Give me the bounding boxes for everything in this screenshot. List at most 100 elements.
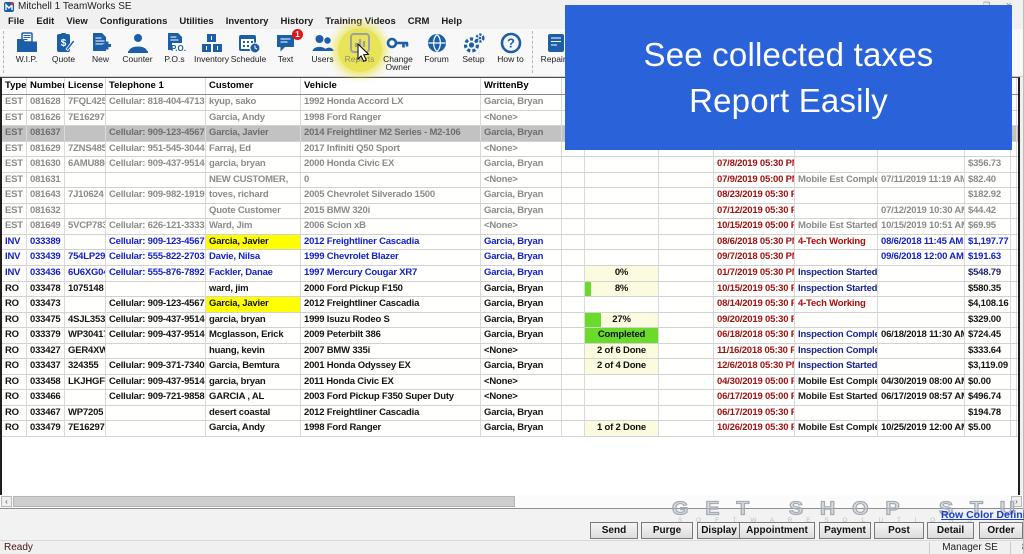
column-header-telephone-1[interactable]: Telephone 1 [106, 78, 206, 94]
grid-row-033379[interactable]: RO033379WP30417Cellular: 909-437-9514Mcg… [2, 328, 1018, 344]
grid-row-081630[interactable]: EST0816306AMU886Cellular: 909-437-9514ga… [2, 157, 1018, 173]
cell-promised: 12/6/2018 05:30 PM [714, 359, 795, 374]
toolbar-how-to[interactable]: ?How to [492, 29, 529, 63]
grid-row-033478[interactable]: RO0334781075148ward, jim2000 Ford Pickup… [2, 282, 1018, 298]
cell-promised: 10/15/2019 05:00 PM [714, 219, 795, 234]
column-header-vehicle[interactable]: Vehicle [301, 78, 481, 94]
status-app: Manager SE [930, 542, 1010, 553]
menu-crm[interactable]: CRM [408, 16, 430, 27]
users-icon [311, 32, 335, 54]
cell-promised: 08/14/2019 05:30 PM [714, 297, 795, 312]
grid-row-033389[interactable]: INV033389Cellular: 909-123-4567Garcia, J… [2, 235, 1018, 251]
cell-vehicle: 2017 Infiniti Q50 Sport [301, 142, 481, 157]
menu-view[interactable]: View [66, 16, 87, 27]
schedule-icon [237, 32, 261, 54]
menu-history[interactable]: History [280, 16, 313, 27]
menu-configurations[interactable]: Configurations [100, 16, 168, 27]
button-purge-ests[interactable]: Purge Ests [641, 522, 693, 539]
grid-row-033437[interactable]: RO033437324355Cellular: 909-371-7340Garc… [2, 359, 1018, 375]
cell-written_by: <None> [481, 173, 562, 188]
cell-status [795, 313, 878, 328]
cell-col_c [1011, 157, 1017, 172]
toolbar-forum[interactable]: Forum [418, 29, 455, 63]
toolbar-counter[interactable]: Counter [119, 29, 156, 63]
button-detail[interactable]: Detail [927, 522, 974, 539]
svg-text:?: ? [507, 36, 515, 51]
column-header-writtenby[interactable]: WrittenBy [481, 78, 562, 94]
toolbar-label: New [82, 55, 119, 63]
cell-phone: Cellular: 909-982-1919 [106, 188, 206, 203]
scrollbar-thumb[interactable] [13, 496, 515, 507]
toolbar-quote[interactable]: $Quote [45, 29, 82, 63]
column-header-type[interactable]: Type [2, 78, 27, 94]
column-header-license[interactable]: License [65, 78, 106, 94]
scroll-left-arrow-icon[interactable]: ‹ [1, 496, 12, 507]
column-header-number[interactable]: Number [27, 78, 65, 94]
grid-row-033479[interactable]: RO0334797E16297Garcia, Andy1998 Ford Ran… [2, 421, 1018, 437]
toolbar-schedule[interactable]: Schedule [230, 29, 267, 63]
column-header-customer[interactable]: Customer [206, 78, 301, 94]
toolbar-p-o-s[interactable]: P.O.P.O.s [156, 29, 193, 63]
grid-row-033466[interactable]: RO033466Cellular: 909-721-9858GARCIA , A… [2, 390, 1018, 406]
toolbar-text[interactable]: 1Text [267, 29, 304, 63]
cell-number: 033379 [27, 328, 65, 343]
grid-row-033427[interactable]: RO033427GER4XWMhuang, kevin2007 BMW 335i… [2, 344, 1018, 360]
button-post[interactable]: Post [874, 522, 924, 539]
cell-customer: desert coastal [206, 406, 301, 421]
toolbar-change-owner[interactable]: Change Owner [378, 29, 418, 71]
scroll-right-arrow-icon[interactable]: › [1011, 496, 1022, 507]
cell-vehicle: 2012 Freightliner Cascadia [301, 297, 481, 312]
horizontal-scrollbar[interactable]: ‹ › [0, 495, 1024, 509]
menu-training-videos[interactable]: Training Videos [325, 16, 396, 27]
menu-file[interactable]: File [8, 16, 24, 27]
progress-label: 2 of 4 Done [597, 360, 646, 371]
menu-help[interactable]: Help [441, 16, 462, 27]
button-send-text[interactable]: Send Text [590, 522, 638, 539]
menu-utilities[interactable]: Utilities [179, 16, 213, 27]
cell-written_by: Garcia, Bryan [481, 359, 562, 374]
cell-type: RO [2, 313, 27, 328]
button-appointment[interactable]: Appointment [739, 522, 815, 539]
grid-row-033475[interactable]: RO0334754SJL353Cellular: 909-437-9514gar… [2, 313, 1018, 329]
menu-inventory[interactable]: Inventory [226, 16, 269, 27]
cell-customer: Garcia, Javier [206, 126, 301, 141]
grid-row-033467[interactable]: RO033467WP7205desert coastal2012 Freight… [2, 406, 1018, 422]
row-color-definitions-link[interactable]: Row Color Definitions [941, 509, 1024, 521]
cell-promised: 04/30/2019 05:00 PM [714, 375, 795, 390]
toolbar-reports[interactable]: Reports [341, 29, 378, 63]
grid-row-081631[interactable]: EST081631NEW CUSTOMER,0<None>07/9/2019 0… [2, 173, 1018, 189]
toolbar-users[interactable]: Users [304, 29, 341, 63]
toolbar-label: Forum [418, 55, 455, 63]
progress-bar [585, 313, 601, 328]
cell-number: 081629 [27, 142, 65, 157]
cell-written_by: <None> [481, 111, 562, 126]
toolbar-setup[interactable]: Setup [455, 29, 492, 63]
toolbar-inventory[interactable]: Inventory [193, 29, 230, 63]
toolbar-new[interactable]: New [82, 29, 119, 63]
grid-row-033439[interactable]: INV033439754LP29Cellular: 555-822-2703Da… [2, 250, 1018, 266]
cell-amount: $548.79 [965, 266, 1011, 281]
cell-license [65, 126, 106, 141]
grid-row-033458[interactable]: RO033458LKJHGFCellular: 909-437-9514garc… [2, 375, 1018, 391]
grid-row-081632[interactable]: EST081632Quote Customer2015 BMW 320iGarc… [2, 204, 1018, 220]
cell-promised: 10/15/2019 05:30 PM [714, 282, 795, 297]
svg-text:$: $ [60, 38, 66, 49]
button-payment[interactable]: Payment [819, 522, 871, 539]
menu-edit[interactable]: Edit [36, 16, 54, 27]
progress-label: Completed [598, 329, 645, 340]
cell-amount: $329.00 [965, 313, 1011, 328]
cell-col_b [659, 173, 714, 188]
button-display[interactable]: Display [697, 522, 741, 539]
button-order[interactable]: Order [979, 522, 1023, 539]
cell-written_by: Garcia, Bryan [481, 250, 562, 265]
cell-number: 033478 [27, 282, 65, 297]
grid-row-033436[interactable]: INV0334366U6XG04Cellular: 555-876-7892Fa… [2, 266, 1018, 282]
cell-promised: 11/16/2018 05:30 PM [714, 344, 795, 359]
cell-vehicle: 2006 Scion xB [301, 219, 481, 234]
cell-appt: 04/30/2019 08:00 AM ... [878, 375, 965, 390]
grid-row-081649[interactable]: EST0816495VCP783Cellular: 626-121-3333Wa… [2, 219, 1018, 235]
toolbar-w-i-p[interactable]: W.I.P. [8, 29, 45, 63]
cell-written_by: Garcia, Bryan [481, 266, 562, 281]
grid-row-033473[interactable]: RO033473Cellular: 909-123-4567Garcia, Ja… [2, 297, 1018, 313]
grid-row-081643[interactable]: EST0816437J10624Cellular: 909-982-1919to… [2, 188, 1018, 204]
